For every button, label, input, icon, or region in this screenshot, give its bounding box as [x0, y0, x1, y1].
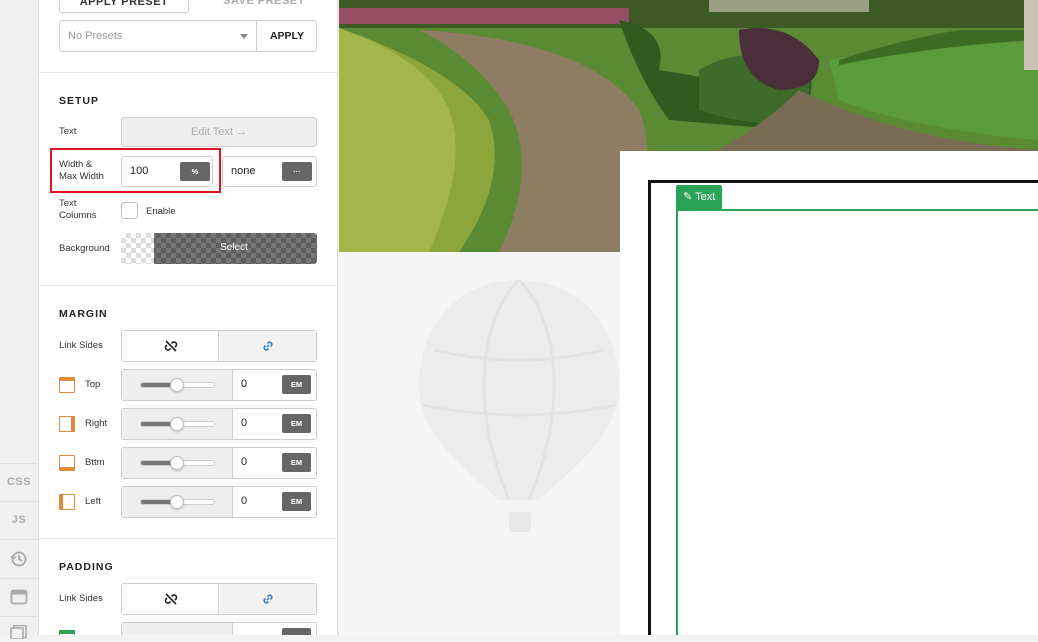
- pages-icon[interactable]: [0, 624, 38, 642]
- save-preset-button[interactable]: SAVE PRESET: [199, 0, 329, 13]
- margin-top-slider[interactable]: [122, 370, 233, 400]
- columns-label-line1: Text: [59, 198, 77, 209]
- css-tab[interactable]: CSS: [0, 476, 38, 488]
- margin-bottom-control: 0 EM: [121, 447, 317, 479]
- background-label: Background: [59, 243, 110, 254]
- margin-bottom-icon: [59, 455, 75, 471]
- width-label: Width & Max Width: [59, 159, 104, 183]
- text-module-tag[interactable]: ✎ Text: [676, 185, 723, 209]
- slider-knob[interactable]: [170, 456, 184, 470]
- margin-right-input[interactable]: 0: [241, 417, 247, 429]
- preset-select-value: No Presets: [68, 30, 123, 42]
- preset-selector: No Presets APPLY: [59, 20, 317, 52]
- rail-divider: [0, 539, 38, 540]
- apply-preset-button[interactable]: APPLY PRESET: [59, 0, 189, 13]
- margin-right-unit-button[interactable]: EM: [282, 414, 311, 433]
- margin-left-input[interactable]: 0: [241, 495, 247, 507]
- settings-panel: APPLY PRESET SAVE PRESET No Presets APPL…: [39, 0, 338, 635]
- max-width-input-group: none ···: [222, 156, 317, 187]
- margin-link-toggle: [121, 330, 317, 362]
- link-sides-label: Link Sides: [59, 340, 103, 351]
- text-module-outline: [676, 209, 1038, 635]
- width-input-group: 100 %: [121, 156, 213, 187]
- margin-left-unit-button[interactable]: EM: [282, 492, 311, 511]
- rail-divider: [0, 616, 38, 617]
- setup-title: SETUP: [59, 95, 100, 107]
- text-label: Text: [59, 126, 77, 137]
- margin-left-control: 0 EM: [121, 486, 317, 518]
- margin-right-control: 0 EM: [121, 408, 317, 440]
- margin-right-icon: [59, 416, 75, 432]
- margin-top-unit-button[interactable]: EM: [282, 375, 311, 394]
- rail-divider: [0, 463, 38, 464]
- margin-bottom-label: Bttm: [85, 457, 105, 468]
- padding-top-control: [121, 622, 317, 635]
- columns-checkbox[interactable]: [121, 202, 138, 219]
- rail-divider: [0, 501, 38, 502]
- history-icon[interactable]: [0, 550, 38, 571]
- columns-label-line2: Columns: [59, 210, 97, 221]
- slider-knob[interactable]: [170, 378, 184, 392]
- margin-right-label: Right: [85, 418, 108, 429]
- margin-left-slider[interactable]: [122, 487, 233, 517]
- padding-link-toggle: [121, 583, 317, 615]
- link-sides-button[interactable]: [220, 331, 316, 361]
- link-icon: [263, 341, 273, 351]
- padding-unlink-button[interactable]: [122, 584, 219, 614]
- layout-icon[interactable]: [0, 589, 38, 608]
- margin-right-slider[interactable]: [122, 409, 233, 439]
- link-icon: [263, 594, 273, 604]
- margin-top-input[interactable]: 0: [241, 378, 247, 390]
- preset-select[interactable]: No Presets: [60, 21, 257, 51]
- padding-title: PADDING: [59, 561, 114, 573]
- max-width-more-button[interactable]: ···: [282, 162, 312, 181]
- unlink-sides-button[interactable]: [122, 331, 219, 361]
- enable-label: Enable: [146, 206, 176, 217]
- margin-title: MARGIN: [59, 308, 108, 320]
- margin-bottom-input[interactable]: 0: [241, 456, 247, 468]
- unlink-icon: [164, 593, 178, 605]
- padding-top-slider[interactable]: [122, 623, 233, 635]
- section-divider: [39, 538, 337, 539]
- section-divider: [39, 285, 337, 286]
- edit-text-button[interactable]: Edit Text →: [121, 117, 317, 147]
- width-label-line2: Max Width: [59, 171, 104, 182]
- margin-top-icon: [59, 377, 75, 393]
- balloon-illustration: [419, 278, 619, 532]
- padding-top-unit-button[interactable]: [282, 628, 311, 635]
- apply-button[interactable]: APPLY: [258, 30, 316, 42]
- width-label-line1: Width &: [59, 159, 93, 170]
- preview-canvas: ✎ Text: [339, 0, 1038, 635]
- width-unit-button[interactable]: %: [180, 162, 210, 181]
- slider-knob[interactable]: [170, 495, 184, 509]
- columns-label: Text Columns: [59, 198, 97, 222]
- padding-link-sides-label: Link Sides: [59, 593, 103, 604]
- margin-bottom-slider[interactable]: [122, 448, 233, 478]
- margin-top-control: 0 EM: [121, 369, 317, 401]
- chevron-down-icon: [240, 34, 248, 39]
- margin-left-icon: [59, 494, 75, 510]
- js-tab[interactable]: JS: [0, 514, 38, 526]
- margin-bottom-unit-button[interactable]: EM: [282, 453, 311, 472]
- padding-link-button[interactable]: [220, 584, 316, 614]
- rail-divider: [0, 578, 38, 579]
- margin-top-label: Top: [85, 379, 101, 390]
- background-picker[interactable]: Select: [121, 233, 317, 264]
- left-rail: CSS JS: [0, 0, 39, 640]
- unlink-icon: [164, 340, 178, 352]
- slider-knob[interactable]: [170, 417, 184, 431]
- max-width-input[interactable]: none: [231, 165, 255, 177]
- background-select-label: Select: [220, 242, 248, 253]
- section-divider: [39, 72, 337, 73]
- margin-left-label: Left: [85, 496, 101, 507]
- width-input[interactable]: 100: [130, 165, 148, 177]
- padding-top-icon: [59, 630, 75, 635]
